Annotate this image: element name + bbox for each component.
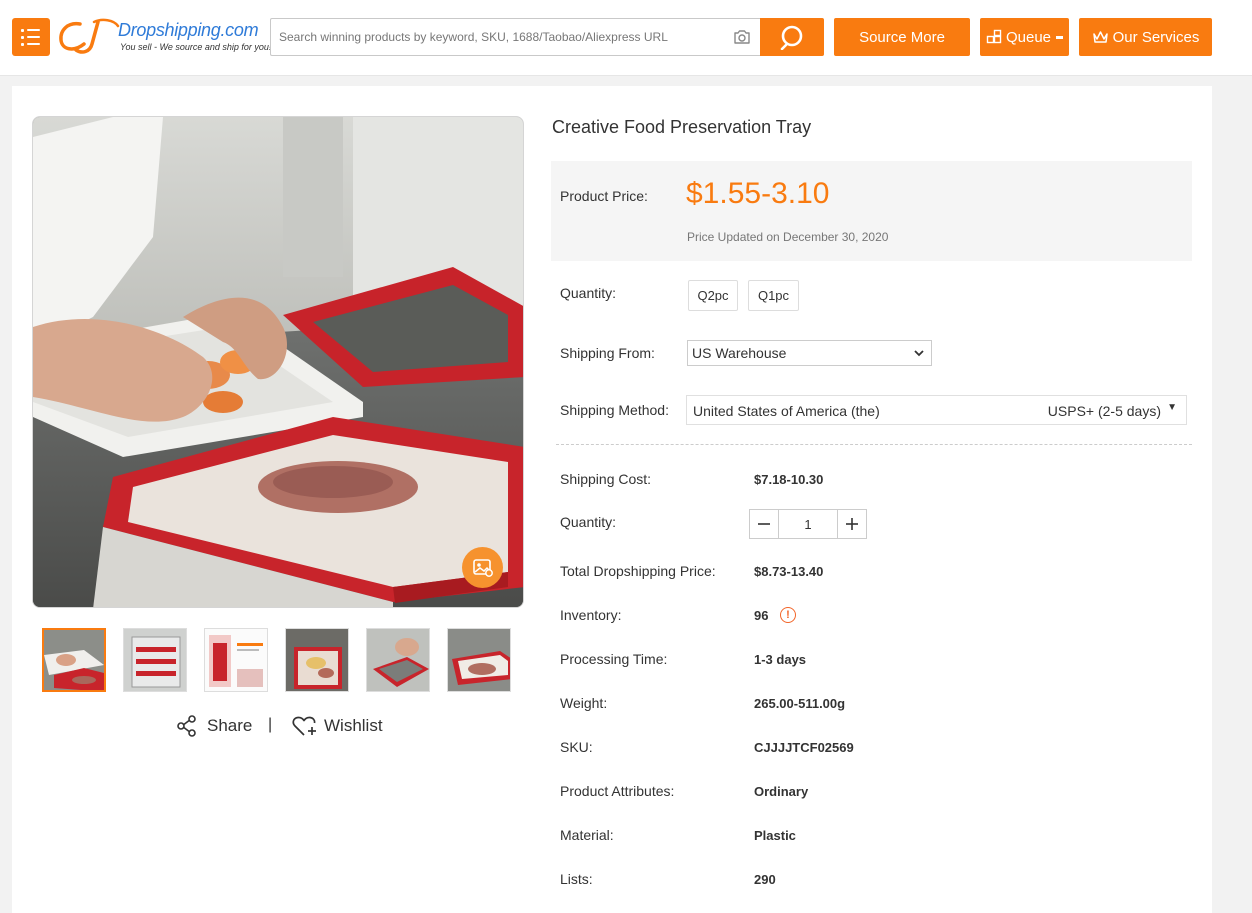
price-updated: Price Updated on December 30, 2020: [687, 230, 889, 244]
queue-label: Queue: [1005, 28, 1052, 46]
search-input[interactable]: [271, 19, 721, 55]
section-divider: [556, 444, 1192, 445]
price-value: $1.55-3.10: [686, 177, 830, 210]
logo-tagline: You sell - We source and ship for you!: [120, 42, 272, 52]
variant-option-q1pc[interactable]: Q1pc: [748, 280, 799, 311]
weight-value: 265.00-511.00g: [754, 696, 846, 711]
quantity-input[interactable]: 1: [779, 510, 837, 538]
shipping-cost-value: $7.18-10.30: [754, 472, 824, 487]
shipping-cost-label: Shipping Cost:: [560, 471, 652, 487]
thumbnail-1[interactable]: [42, 628, 106, 692]
shipping-country-value: United States of America (the): [693, 403, 880, 419]
camera-icon[interactable]: [733, 29, 751, 45]
quantity-decrease-button[interactable]: [750, 510, 779, 538]
action-separator: |: [268, 716, 273, 733]
shipping-method-select[interactable]: United States of America (the) USPS+ (2-…: [686, 395, 1187, 425]
material-label: Material:: [560, 827, 614, 843]
grid-icon: [986, 29, 1002, 44]
share-icon: [177, 715, 196, 737]
chevron-down-icon: [914, 350, 924, 357]
inventory-label: Inventory:: [560, 607, 622, 623]
cj-logo-mark: [59, 18, 120, 54]
source-more-label: Source More: [859, 28, 945, 46]
product-photo: [33, 117, 523, 607]
thumbnail-3[interactable]: [204, 628, 268, 692]
minus-icon: [758, 523, 770, 525]
product-title: Creative Food Preservation Tray: [552, 117, 812, 137]
shipping-from-label: Shipping From:: [560, 345, 655, 361]
variant-quantity-label: Quantity:: [560, 285, 617, 301]
top-header: Dropshipping.com You sell - We source an…: [0, 0, 1252, 76]
price-box: [551, 161, 1192, 261]
our-services-button[interactable]: Our Services: [1079, 18, 1212, 56]
image-search-icon: [472, 558, 493, 577]
quantity-stepper: 1: [749, 509, 867, 539]
source-more-button[interactable]: Source More: [834, 18, 970, 56]
weight-label: Weight:: [560, 695, 608, 711]
product-attributes-value: Ordinary: [754, 784, 809, 799]
inventory-value: 96: [754, 608, 769, 623]
total-price-label: Total Dropshipping Price:: [560, 563, 716, 579]
shipping-method-label: Shipping Method:: [560, 402, 669, 418]
heart-plus-icon: [292, 716, 316, 736]
quantity-increase-button[interactable]: [837, 510, 866, 538]
quantity-label: Quantity:: [560, 514, 617, 530]
lists-value: 290: [754, 872, 776, 887]
search-button[interactable]: [760, 18, 824, 56]
main-product-image[interactable]: [32, 116, 524, 608]
processing-time-value: 1-3 days: [754, 652, 807, 667]
queue-button[interactable]: Queue: [980, 18, 1069, 56]
lists-label: Lists:: [560, 871, 593, 887]
shipping-method-value: USPS+ (2-5 days): [1047, 403, 1161, 419]
thumbnail-5[interactable]: [366, 628, 430, 692]
share-label: Share: [207, 716, 253, 735]
share-button[interactable]: Share: [176, 713, 252, 739]
price-label: Product Price:: [560, 188, 648, 204]
image-search-button[interactable]: [462, 547, 503, 588]
thumbnail-4[interactable]: [285, 628, 349, 692]
thumbnail-strip: [42, 628, 512, 692]
thumbnail-6[interactable]: [447, 628, 511, 692]
processing-time-label: Processing Time:: [560, 651, 668, 667]
our-services-label: Our Services: [1112, 28, 1200, 46]
thumbnail-2[interactable]: [123, 628, 187, 692]
search-bar: [270, 18, 760, 56]
logo-brand: Dropshipping.com: [118, 20, 259, 40]
variant-option-q2pc[interactable]: Q2pc: [688, 280, 738, 311]
search-icon: [780, 25, 803, 50]
shipping-from-select[interactable]: US Warehouse: [687, 340, 932, 366]
product-attributes-label: Product Attributes:: [560, 783, 675, 799]
plus-icon: [846, 518, 858, 530]
crown-icon: [1092, 30, 1108, 43]
menu-icon[interactable]: [12, 18, 50, 56]
shipping-from-value: US Warehouse: [692, 345, 787, 361]
wishlist-button[interactable]: Wishlist: [292, 713, 383, 739]
sku-value: CJJJJTCF02569: [754, 740, 854, 755]
wishlist-label: Wishlist: [324, 716, 383, 735]
site-logo[interactable]: Dropshipping.com You sell - We source an…: [58, 14, 271, 60]
queue-indicator-icon: [1056, 35, 1064, 39]
warning-icon[interactable]: !: [780, 607, 796, 623]
total-price-value: $8.73-13.40: [754, 564, 824, 579]
dropdown-arrow-icon: ▼: [1167, 402, 1177, 413]
sku-label: SKU:: [560, 739, 593, 755]
material-value: Plastic: [754, 828, 796, 843]
